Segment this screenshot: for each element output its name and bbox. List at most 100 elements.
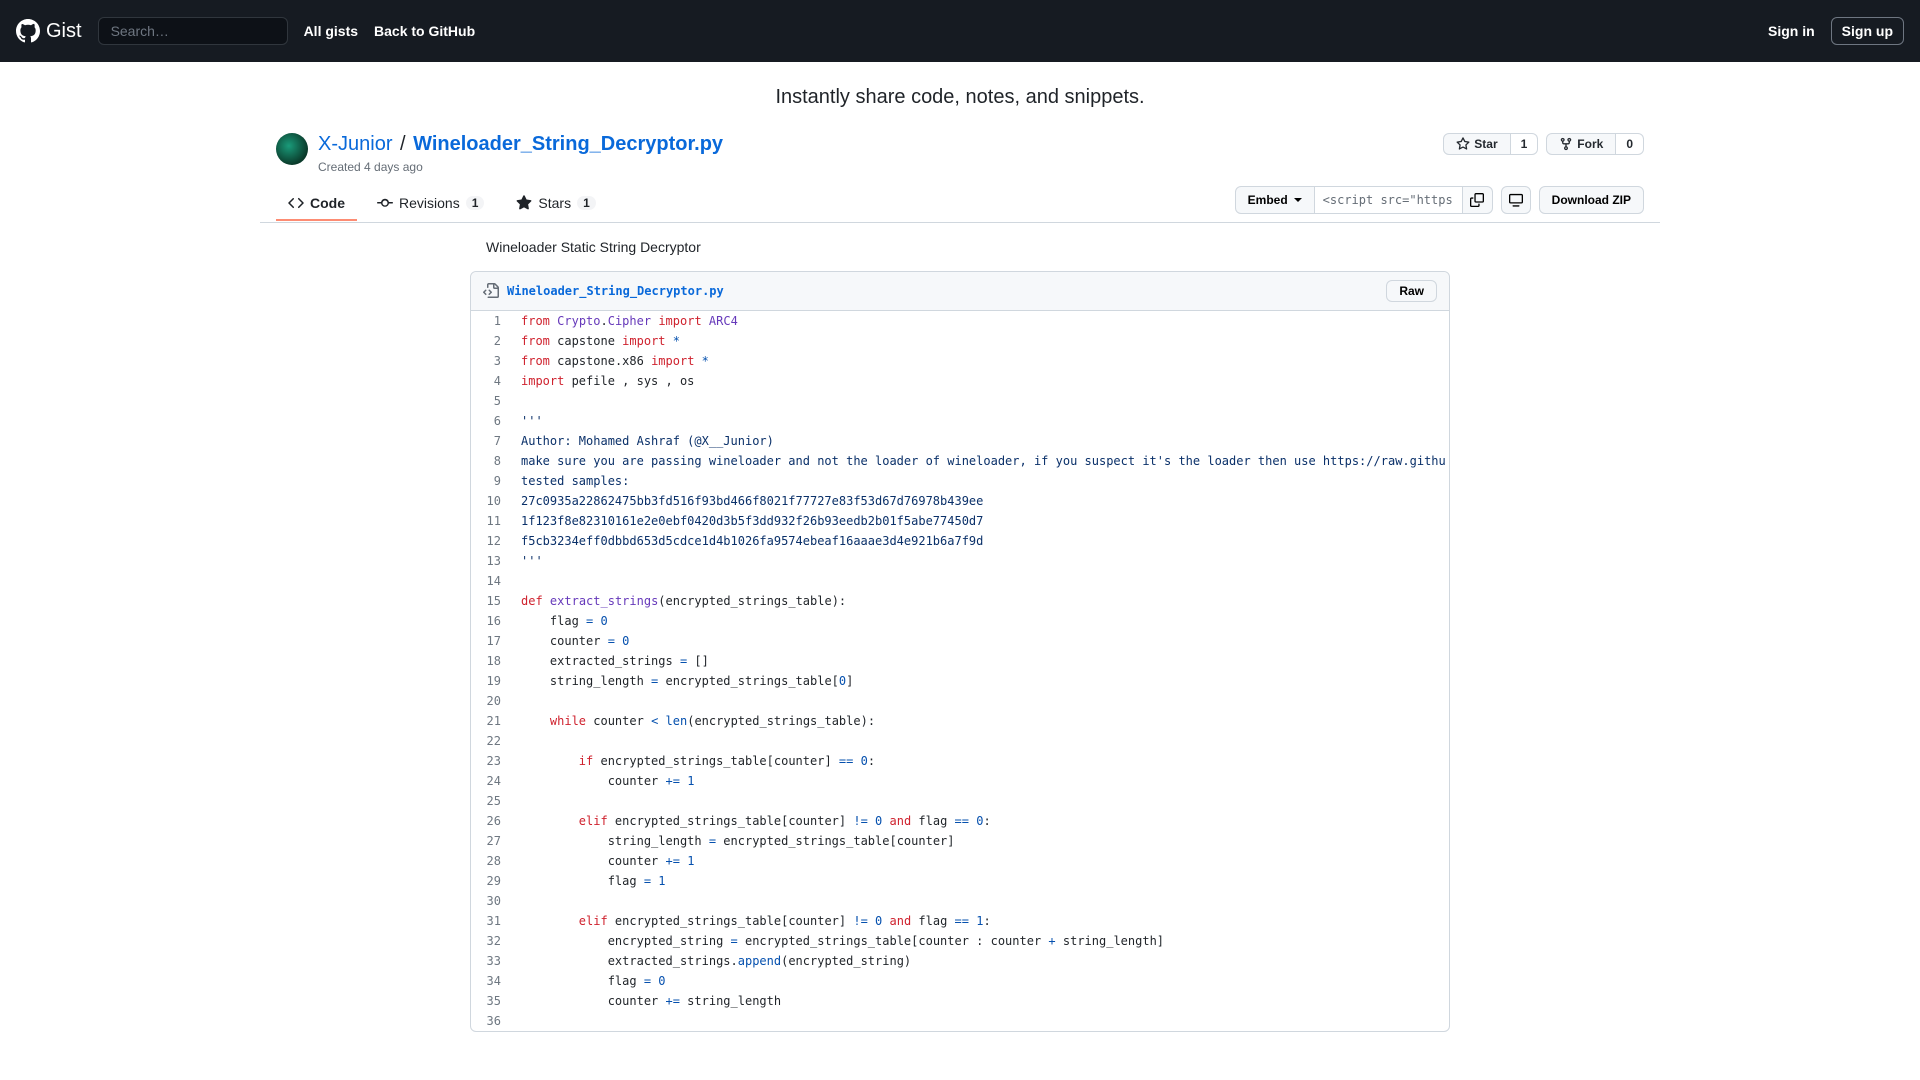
- code-line[interactable]: tested samples:: [511, 471, 1456, 491]
- code-line[interactable]: [511, 391, 1456, 411]
- line-number[interactable]: 22: [471, 731, 511, 751]
- code-line[interactable]: [511, 1011, 1456, 1031]
- raw-button[interactable]: Raw: [1386, 280, 1437, 302]
- code-line[interactable]: [511, 791, 1456, 811]
- desktop-button[interactable]: [1501, 186, 1531, 214]
- code-line[interactable]: import pefile , sys , os: [511, 371, 1456, 391]
- line-number[interactable]: 24: [471, 771, 511, 791]
- download-zip-button[interactable]: Download ZIP: [1539, 186, 1644, 214]
- star-button[interactable]: Star: [1443, 133, 1510, 155]
- code-line[interactable]: [511, 571, 1456, 591]
- code-line[interactable]: ''': [511, 551, 1456, 571]
- code-line[interactable]: elif encrypted_strings_table[counter] !=…: [511, 811, 1456, 831]
- line-number[interactable]: 2: [471, 331, 511, 351]
- fork-button[interactable]: Fork: [1546, 133, 1616, 155]
- line-number[interactable]: 14: [471, 571, 511, 591]
- code-line[interactable]: while counter < len(encrypted_strings_ta…: [511, 711, 1456, 731]
- code-line[interactable]: f5cb3234eff0dbbd653d5cdce1d4b1026fa9574e…: [511, 531, 1456, 551]
- code-line[interactable]: if encrypted_strings_table[counter] == 0…: [511, 751, 1456, 771]
- line-number[interactable]: 30: [471, 891, 511, 911]
- code-line[interactable]: flag = 0: [511, 971, 1456, 991]
- line-number[interactable]: 31: [471, 911, 511, 931]
- line-number[interactable]: 6: [471, 411, 511, 431]
- code-line[interactable]: counter = 0: [511, 631, 1456, 651]
- line-number[interactable]: 15: [471, 591, 511, 611]
- code-line[interactable]: elif encrypted_strings_table[counter] !=…: [511, 911, 1456, 931]
- line-number[interactable]: 23: [471, 751, 511, 771]
- fork-count[interactable]: 0: [1616, 133, 1644, 155]
- embed-dropdown[interactable]: Embed: [1235, 186, 1315, 214]
- code-line[interactable]: from capstone.x86 import *: [511, 351, 1456, 371]
- line-number[interactable]: 21: [471, 711, 511, 731]
- code-line[interactable]: extracted_strings.append(encrypted_strin…: [511, 951, 1456, 971]
- line-number[interactable]: 19: [471, 671, 511, 691]
- code-line[interactable]: flag = 0: [511, 611, 1456, 631]
- tab-revisions[interactable]: Revisions 1: [365, 187, 496, 221]
- line-number[interactable]: 35: [471, 991, 511, 1011]
- tab-stars[interactable]: Stars 1: [504, 187, 607, 221]
- line-number[interactable]: 10: [471, 491, 511, 511]
- code-line[interactable]: ''': [511, 411, 1456, 431]
- line-number[interactable]: 25: [471, 791, 511, 811]
- code-line[interactable]: extracted_strings = []: [511, 651, 1456, 671]
- line-number[interactable]: 4: [471, 371, 511, 391]
- code-line[interactable]: flag = 1: [511, 871, 1456, 891]
- line-number[interactable]: 16: [471, 611, 511, 631]
- code-row: 30: [471, 891, 1456, 911]
- code-line[interactable]: string_length = encrypted_strings_table[…: [511, 831, 1456, 851]
- line-number[interactable]: 12: [471, 531, 511, 551]
- code-line[interactable]: counter += 1: [511, 771, 1456, 791]
- tab-code[interactable]: Code: [276, 187, 357, 221]
- line-number[interactable]: 17: [471, 631, 511, 651]
- code-line[interactable]: string_length = encrypted_strings_table[…: [511, 671, 1456, 691]
- avatar[interactable]: [276, 133, 308, 165]
- line-number[interactable]: 3: [471, 351, 511, 371]
- code-line[interactable]: def extract_strings(encrypted_strings_ta…: [511, 591, 1456, 611]
- fork-icon: [1559, 137, 1573, 151]
- line-number[interactable]: 8: [471, 451, 511, 471]
- line-number[interactable]: 26: [471, 811, 511, 831]
- embed-url-input[interactable]: [1315, 186, 1463, 214]
- code-table: 1from Crypto.Cipher import ARC42from cap…: [471, 311, 1456, 1031]
- line-number[interactable]: 1: [471, 311, 511, 331]
- line-number[interactable]: 36: [471, 1011, 511, 1031]
- sign-up-button[interactable]: Sign up: [1831, 17, 1904, 45]
- code-line[interactable]: Author: Mohamed Ashraf (@X__Junior): [511, 431, 1456, 451]
- line-number[interactable]: 7: [471, 431, 511, 451]
- code-line[interactable]: [511, 891, 1456, 911]
- code-line[interactable]: from capstone import *: [511, 331, 1456, 351]
- line-number[interactable]: 11: [471, 511, 511, 531]
- code-line[interactable]: from Crypto.Cipher import ARC4: [511, 311, 1456, 331]
- gist-logo[interactable]: Gist: [16, 19, 82, 43]
- line-number[interactable]: 33: [471, 951, 511, 971]
- line-number[interactable]: 9: [471, 471, 511, 491]
- all-gists-link[interactable]: All gists: [304, 23, 358, 39]
- line-number[interactable]: 18: [471, 651, 511, 671]
- line-number[interactable]: 27: [471, 831, 511, 851]
- filename-link[interactable]: Wineloader_String_Decryptor.py: [413, 133, 723, 155]
- star-count[interactable]: 1: [1511, 133, 1539, 155]
- user-link[interactable]: X-Junior: [318, 133, 392, 155]
- code-line[interactable]: encrypted_string = encrypted_strings_tab…: [511, 931, 1456, 951]
- search-input[interactable]: [98, 17, 288, 45]
- code-line[interactable]: 1f123f8e82310161e2e0ebf0420d3b5f3dd932f2…: [511, 511, 1456, 531]
- line-number[interactable]: 13: [471, 551, 511, 571]
- line-number[interactable]: 29: [471, 871, 511, 891]
- code-line[interactable]: make sure you are passing wineloader and…: [511, 451, 1456, 471]
- code-line[interactable]: [511, 691, 1456, 711]
- line-number[interactable]: 28: [471, 851, 511, 871]
- code-line[interactable]: counter += string_length: [511, 991, 1456, 1011]
- code-line[interactable]: 27c0935a22862475bb3fd516f93bd466f8021f77…: [511, 491, 1456, 511]
- line-number[interactable]: 32: [471, 931, 511, 951]
- copy-embed-button[interactable]: [1463, 186, 1493, 214]
- line-number[interactable]: 5: [471, 391, 511, 411]
- sign-in-link[interactable]: Sign in: [1768, 23, 1815, 39]
- line-number[interactable]: 20: [471, 691, 511, 711]
- file-name-link[interactable]: Wineloader_String_Decryptor.py: [483, 283, 724, 299]
- line-number[interactable]: 34: [471, 971, 511, 991]
- chevron-down-icon: [1294, 196, 1302, 204]
- code-line[interactable]: counter += 1: [511, 851, 1456, 871]
- back-to-github-link[interactable]: Back to GitHub: [374, 23, 475, 39]
- code-row: 35 counter += string_length: [471, 991, 1456, 1011]
- code-line[interactable]: [511, 731, 1456, 751]
